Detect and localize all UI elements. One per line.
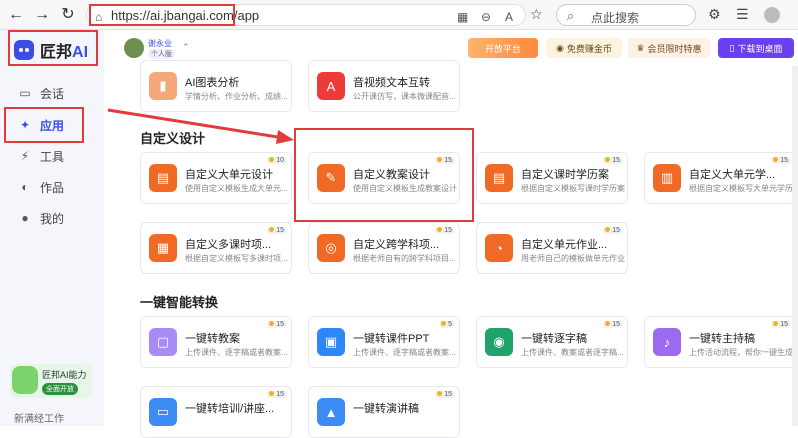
section-title: 自定义设计 — [140, 131, 206, 146]
chart-pie-icon: ◔ — [485, 234, 513, 262]
transcript-icon: ◉ — [485, 328, 513, 356]
document-convert-icon: ▢ — [149, 328, 177, 356]
document-icon: ▤ — [149, 164, 177, 192]
url-highlight-box — [89, 4, 235, 26]
cost-badge: 15 — [603, 321, 623, 328]
app-card[interactable]: ◉ 一键转逐字稿 上传课件、教案或者逐字稿... 15 — [476, 316, 628, 368]
app-card[interactable]: ▭ 一键转培训/讲座... 15 — [140, 386, 292, 438]
back-icon[interactable]: ← — [6, 5, 26, 25]
speech-icon: ▲ — [317, 398, 345, 426]
cost-badge: 5 — [439, 321, 455, 328]
document-icon: ▤ — [485, 164, 513, 192]
book-icon: ▥ — [653, 164, 681, 192]
robot-mascot-icon — [12, 366, 38, 394]
app-card[interactable]: ▥ 自定义大单元学... 根据自定义模板写大单元学历案 15 — [644, 152, 796, 204]
zoom-icon[interactable]: ⊖ — [481, 10, 491, 24]
sidebar-item-chat[interactable]: ▭ 会话 — [18, 82, 98, 104]
browser-profile-avatar[interactable] — [764, 7, 780, 23]
chat-icon: ▭ — [19, 86, 31, 100]
cost-badge: 15 — [603, 227, 623, 234]
app-card[interactable]: ▲ 一键转演讲稿 15 — [308, 386, 460, 438]
app-card[interactable]: ◔ 自定义单元作业... 用老师自己的模板做单元作业... 15 — [476, 222, 628, 274]
app-card[interactable]: ▮ AI图表分析 学情分析、作业分析、成绩... — [140, 60, 292, 112]
collections-icon[interactable]: ☰ — [736, 6, 749, 23]
app-card[interactable]: ▤ 自定义大单元设计 使用自定义模板生成大单元... 10 — [140, 152, 292, 204]
sidebar-item-label: 作品 — [40, 180, 65, 195]
user-plan-badge: 个人版 — [148, 49, 175, 59]
sidebar-item-tools[interactable]: ⚡ 工具 — [18, 145, 98, 167]
chevron-down-icon[interactable]: ⌃ — [182, 42, 190, 53]
earn-coins-button[interactable]: ◉ 免费赚金币 — [546, 38, 622, 58]
desktop-icon: ▯ — [729, 42, 735, 53]
cost-badge: 15 — [267, 227, 287, 234]
app-card[interactable]: ♪ 一键转主持稿 上传活动流程，帮你一键生成... 15 — [644, 316, 796, 368]
extensions-icon[interactable]: ⚙ — [708, 6, 721, 23]
refresh-icon[interactable]: ↻ — [58, 5, 78, 25]
microphone-icon: ♪ — [653, 328, 681, 356]
search-icon: ⌕ — [567, 8, 575, 23]
sidebar-item-label: 我的 — [40, 211, 65, 226]
vip-offer-button[interactable]: ♛ 会员限时特惠 — [628, 38, 710, 58]
app-card[interactable]: A 音视频文本互转 公开课仿写，课本微课配音... — [308, 60, 460, 112]
cost-badge: 10 — [267, 157, 287, 164]
promo-tag: 全面开放 — [42, 383, 78, 395]
slides-icon: ▣ — [317, 328, 345, 356]
main-content: ▮ AI图表分析 学情分析、作业分析、成绩... A 音视频文本互转 公开课仿写… — [104, 60, 798, 438]
favorite-icon[interactable]: ☆ — [530, 6, 543, 23]
cost-badge: 15 — [435, 391, 455, 398]
sidebar-item-label: 会话 — [40, 86, 65, 101]
works-icon: ◐ — [21, 180, 29, 194]
sidebar-bottom-text: 新满经工作 — [14, 414, 64, 425]
cost-badge: 15 — [267, 391, 287, 398]
user-icon: ● — [21, 211, 29, 225]
app-card[interactable]: ▤ 自定义课时学历案 根据自定义模板写课时学历案 15 — [476, 152, 628, 204]
cost-badge: 15 — [771, 321, 791, 328]
presentation-icon: ▭ — [149, 398, 177, 426]
user-name: 谢永业 — [148, 39, 172, 48]
audio-text-icon: A — [317, 72, 345, 100]
cost-badge: 15 — [603, 157, 623, 164]
browser-search[interactable]: ⌕ 点此搜索 — [556, 4, 696, 26]
open-platform-button[interactable]: 开放平台 — [468, 38, 538, 58]
download-desktop-button[interactable]: ▯ 下载到桌面 — [718, 38, 794, 58]
app-card[interactable]: ▢ 一键转教案 上传课件、逐字稿或者教案... 15 — [140, 316, 292, 368]
cost-badge: 15 — [267, 321, 287, 328]
logo-highlight-box — [8, 30, 98, 66]
chart-icon: ▮ — [149, 72, 177, 100]
sidebar-item-works[interactable]: ◐ 作品 — [18, 176, 98, 198]
crown-icon: ♛ — [636, 42, 645, 53]
browser-toolbar: ← → ↻ ⌂ https://ai.jbangai.com/app ▦ ⊖ A… — [0, 0, 798, 30]
bolt-icon: ⚡ — [20, 149, 30, 163]
cost-badge: 15 — [435, 227, 455, 234]
card-highlight-box — [294, 128, 474, 222]
coin-icon: ◉ — [556, 42, 564, 53]
promo-title: 匠邦AI能力 — [42, 370, 87, 380]
search-placeholder: 点此搜索 — [591, 11, 640, 25]
lightbulb-icon: ◎ — [317, 234, 345, 262]
promo-banner[interactable]: 匠邦AI能力 全面开放 — [10, 364, 92, 398]
apps-highlight-box — [4, 107, 84, 143]
app-card[interactable]: ▦ 自定义多课时项... 根据自定义模板写多课时项... 15 — [140, 222, 292, 274]
sidebar-item-label: 工具 — [40, 149, 65, 164]
read-aloud-icon[interactable]: A — [505, 10, 513, 24]
sidebar-item-mine[interactable]: ● 我的 — [18, 207, 98, 229]
section-title: 一键智能转换 — [140, 295, 219, 310]
app-card[interactable]: ▣ 一键转课件PPT 上传课件、逐字稿或者教案... 5 — [308, 316, 460, 368]
app-icon[interactable]: ▦ — [457, 10, 468, 24]
app-card[interactable]: ◎ 自定义跨学科项... 根据老师自有的跨学科项目... 15 — [308, 222, 460, 274]
scrollbar[interactable] — [792, 66, 798, 426]
user-avatar[interactable] — [124, 38, 144, 58]
books-icon: ▦ — [149, 234, 177, 262]
forward-icon[interactable]: → — [32, 5, 52, 25]
cost-badge: 15 — [771, 157, 791, 164]
